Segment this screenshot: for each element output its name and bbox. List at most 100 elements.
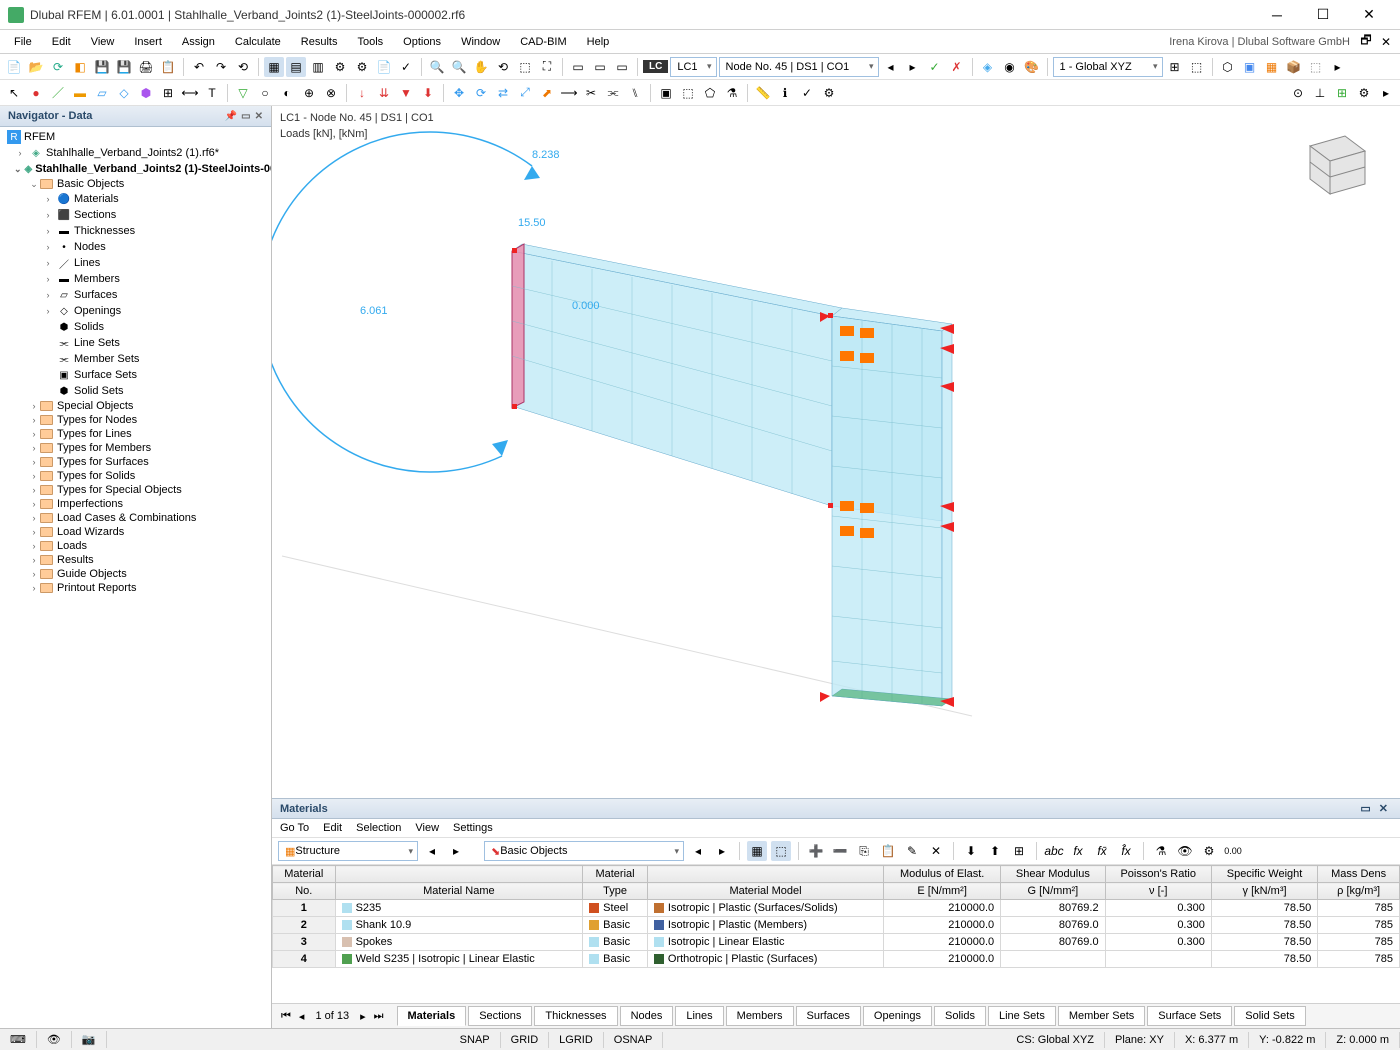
tree-members[interactable]: ›▬Members bbox=[0, 271, 271, 287]
undo-icon[interactable]: ↶ bbox=[189, 57, 209, 77]
dock-icon[interactable]: ▭ bbox=[241, 111, 250, 122]
tree-surface-sets[interactable]: ▣Surface Sets bbox=[0, 367, 271, 383]
tree-folder-load-wizards[interactable]: ›Load Wizards bbox=[0, 525, 271, 539]
more2-icon[interactable]: ▸ bbox=[1376, 83, 1396, 103]
table-row[interactable]: 2 Shank 10.9 Basic Isotropic | Plastic (… bbox=[273, 917, 1400, 934]
save-icon[interactable]: 💾 bbox=[92, 57, 112, 77]
cube-icon[interactable]: ⬚ bbox=[1306, 57, 1326, 77]
tree-basic-objects[interactable]: ⌄Basic Objects bbox=[0, 177, 271, 191]
trim-icon[interactable]: ✂ bbox=[581, 83, 601, 103]
lineload-icon[interactable]: ⇊ bbox=[374, 83, 394, 103]
ecc-icon[interactable]: ⊕ bbox=[299, 83, 319, 103]
panel-icon[interactable]: ▥ bbox=[308, 57, 328, 77]
sel-win-icon[interactable]: ⬚ bbox=[678, 83, 698, 103]
node-combo[interactable]: Node No. 45 | DS1 | CO1 bbox=[719, 57, 879, 77]
tree-folder-types-for-special-objects[interactable]: ›Types for Special Objects bbox=[0, 483, 271, 497]
render-icon[interactable]: ◉ bbox=[1000, 57, 1020, 77]
tab-solid-sets[interactable]: Solid Sets bbox=[1234, 1006, 1306, 1026]
mirror-icon[interactable]: ⇄ bbox=[493, 83, 513, 103]
nav-close-icon[interactable]: ✕ bbox=[255, 111, 263, 122]
cs-combo[interactable]: 1 - Global XYZ bbox=[1053, 57, 1163, 77]
export-icon[interactable]: ⬆ bbox=[985, 841, 1005, 861]
table-row[interactable]: 4 Weld S235 | Isotropic | Linear Elastic… bbox=[273, 951, 1400, 968]
solid-icon[interactable]: ▣ bbox=[1240, 57, 1260, 77]
tree-solids[interactable]: ⬢Solids bbox=[0, 319, 271, 335]
pan-icon[interactable]: ✋ bbox=[471, 57, 491, 77]
grid2-icon[interactable]: ⊞ bbox=[1332, 83, 1352, 103]
join-icon[interactable]: ⫘ bbox=[603, 83, 623, 103]
tab-openings[interactable]: Openings bbox=[863, 1006, 932, 1026]
more-icon[interactable]: ▸ bbox=[1328, 57, 1348, 77]
tree-lines[interactable]: ›／Lines bbox=[0, 255, 271, 271]
tab-lines[interactable]: Lines bbox=[675, 1006, 723, 1026]
first-page-icon[interactable]: ⏮ bbox=[278, 1010, 294, 1023]
status-grid[interactable]: GRID bbox=[501, 1032, 550, 1048]
redo-icon[interactable]: ↷ bbox=[211, 57, 231, 77]
split-icon[interactable]: ⑊ bbox=[625, 83, 645, 103]
tab-surfaces[interactable]: Surfaces bbox=[796, 1006, 861, 1026]
tree-folder-imperfections[interactable]: ›Imperfections bbox=[0, 497, 271, 511]
tree-thicknesses[interactable]: ›▬Thicknesses bbox=[0, 223, 271, 239]
menu-options[interactable]: Options bbox=[393, 33, 451, 51]
open-tool-icon[interactable]: ◇ bbox=[114, 83, 134, 103]
report-icon[interactable]: 📄 bbox=[374, 57, 394, 77]
grid-icon[interactable]: ⊞ bbox=[1165, 57, 1185, 77]
paste-icon[interactable]: 📋 bbox=[878, 841, 898, 861]
menu-calculate[interactable]: Calculate bbox=[225, 33, 291, 51]
status-cmd[interactable]: ⌨ bbox=[0, 1031, 37, 1048]
eye-icon[interactable]: 👁 bbox=[1175, 841, 1195, 861]
dock-icon[interactable]: ▭ bbox=[1356, 803, 1374, 815]
table-row[interactable]: 3 Spokes Basic Isotropic | Linear Elasti… bbox=[273, 934, 1400, 951]
add-row-icon[interactable]: ➕ bbox=[806, 841, 826, 861]
nav-cube[interactable] bbox=[1290, 116, 1380, 206]
menu-cadbim[interactable]: CAD-BIM bbox=[510, 33, 576, 51]
tree-file-1[interactable]: ›◈Stahlhalle_Verband_Joints2 (1).rf6* bbox=[0, 145, 271, 161]
close-button[interactable]: ✕ bbox=[1346, 0, 1392, 30]
workplane-icon[interactable]: ⬚ bbox=[1187, 57, 1207, 77]
member-tool-icon[interactable]: ▬ bbox=[70, 83, 90, 103]
menu-view[interactable]: View bbox=[81, 33, 125, 51]
menu-goto[interactable]: Go To bbox=[280, 822, 309, 834]
import-icon[interactable]: ⬇ bbox=[961, 841, 981, 861]
menu-edit[interactable]: Edit bbox=[42, 33, 81, 51]
extrude-icon[interactable]: ⬈ bbox=[537, 83, 557, 103]
menu-view2[interactable]: View bbox=[415, 822, 439, 834]
tree-member-sets[interactable]: ⫘Member Sets bbox=[0, 351, 271, 367]
new-icon[interactable]: 📄 bbox=[4, 57, 24, 77]
tree-surfaces[interactable]: ›▱Surfaces bbox=[0, 287, 271, 303]
preview-icon[interactable]: 📋 bbox=[158, 57, 178, 77]
dim-tool-icon[interactable]: ⟷ bbox=[180, 83, 200, 103]
tree-line-sets[interactable]: ⫘Line Sets bbox=[0, 335, 271, 351]
tree-nodes[interactable]: ›•Nodes bbox=[0, 239, 271, 255]
tree-folder-types-for-solids[interactable]: ›Types for Solids bbox=[0, 469, 271, 483]
tab-solids[interactable]: Solids bbox=[934, 1006, 986, 1026]
check-icon[interactable]: ✓ bbox=[396, 57, 416, 77]
freeload-icon[interactable]: ⬇ bbox=[418, 83, 438, 103]
tab-sections[interactable]: Sections bbox=[468, 1006, 532, 1026]
tab-line-sets[interactable]: Line Sets bbox=[988, 1006, 1056, 1026]
status-osnap[interactable]: OSNAP bbox=[604, 1032, 664, 1048]
snap-toggle-icon[interactable]: ⊙ bbox=[1288, 83, 1308, 103]
check2-icon[interactable]: ✓ bbox=[797, 83, 817, 103]
next-lc-icon[interactable]: ▸ bbox=[903, 57, 923, 77]
tree-solid-sets[interactable]: ⬢Solid Sets bbox=[0, 383, 271, 399]
tree-sections[interactable]: ›⬛Sections bbox=[0, 207, 271, 223]
tab-thicknesses[interactable]: Thicknesses bbox=[534, 1006, 617, 1026]
doc-restore-icon[interactable]: 🗗 bbox=[1356, 32, 1376, 52]
nav-icon[interactable]: ▤ bbox=[286, 57, 306, 77]
pin-icon[interactable]: 📌 bbox=[225, 111, 237, 122]
menu-window[interactable]: Window bbox=[451, 33, 510, 51]
side-icon[interactable]: ▭ bbox=[590, 57, 610, 77]
fit-icon[interactable]: ⛶ bbox=[537, 57, 557, 77]
sel-poly-icon[interactable]: ⬠ bbox=[700, 83, 720, 103]
edit2-icon[interactable]: ✎ bbox=[902, 841, 922, 861]
menu-edit2[interactable]: Edit bbox=[323, 822, 342, 834]
rotate-icon[interactable]: ⟲ bbox=[493, 57, 513, 77]
basic-objects-combo[interactable]: ⬊ Basic Objects bbox=[484, 841, 684, 861]
scale-icon[interactable]: ⤢ bbox=[515, 83, 535, 103]
node-tool-icon[interactable]: ● bbox=[26, 83, 46, 103]
tree-root[interactable]: RRFEM bbox=[0, 129, 271, 145]
fx2-icon[interactable]: fx̄ bbox=[1092, 841, 1112, 861]
table-row[interactable]: 1 S235 Steel Isotropic | Plastic (Surfac… bbox=[273, 900, 1400, 917]
calc-icon[interactable]: ⚙ bbox=[330, 57, 350, 77]
